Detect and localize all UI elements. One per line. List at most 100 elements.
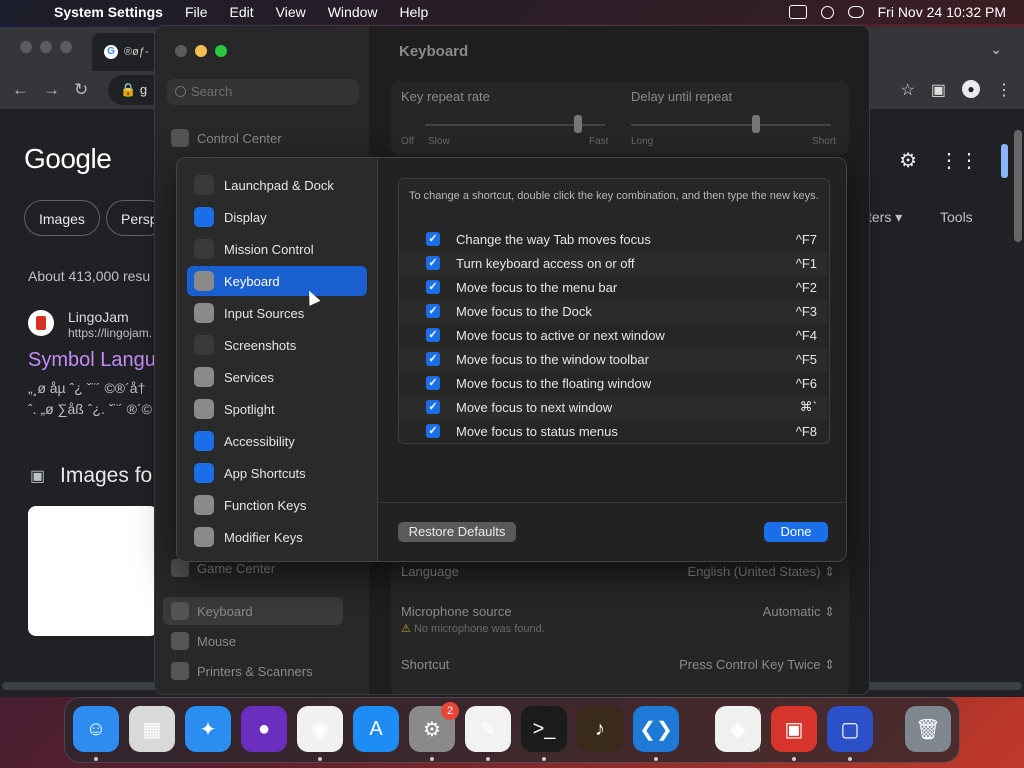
- bookmark-star-icon[interactable]: ☆: [901, 80, 915, 100]
- category-function-keys[interactable]: Function Keys: [187, 490, 367, 520]
- trash-icon[interactable]: 🗑: [905, 706, 951, 752]
- shortcut-key[interactable]: ^F1: [796, 256, 817, 271]
- profile-avatar-icon[interactable]: ●: [962, 80, 980, 98]
- shortcut-checkbox[interactable]: ✓: [426, 400, 440, 414]
- category-display[interactable]: Display: [187, 202, 367, 232]
- shortcut-key[interactable]: ^F2: [796, 280, 817, 295]
- reload-icon[interactable]: ↻: [74, 80, 88, 100]
- sidebar-item-mouse[interactable]: Mouse: [163, 627, 363, 655]
- shortcut-checkbox[interactable]: ✓: [426, 280, 440, 294]
- shortcut-key[interactable]: ⌘`: [800, 399, 817, 415]
- result-site-url[interactable]: https://lingojam.: [68, 326, 152, 340]
- shortcut-key[interactable]: ^F8: [796, 424, 817, 439]
- shortcut-row[interactable]: ✓ Move focus to the menu bar ^F2: [399, 275, 827, 299]
- shortcut-row[interactable]: ✓ Move focus to next window ⌘`: [399, 395, 827, 419]
- shortcut-checkbox[interactable]: ✓: [426, 424, 440, 438]
- category-modifier-keys[interactable]: Modifier Keys: [187, 522, 367, 552]
- category-spotlight[interactable]: Spotlight: [187, 394, 367, 424]
- close-button[interactable]: [175, 45, 187, 57]
- system-settings-icon[interactable]: ⚙ 2: [409, 702, 459, 752]
- zoom-button[interactable]: [215, 45, 227, 57]
- settings-search-input[interactable]: Search: [167, 79, 359, 105]
- menu-help[interactable]: Help: [400, 4, 429, 20]
- microphone-popup[interactable]: Automatic ⇕: [763, 604, 835, 620]
- remote-desktop-icon[interactable]: ▢: [827, 706, 873, 752]
- more-menu-icon[interactable]: ⋮: [996, 80, 1012, 100]
- control-center-icon[interactable]: [847, 6, 864, 18]
- textedit-icon[interactable]: ✎: [465, 706, 511, 752]
- images-heading[interactable]: Images fo: [60, 464, 152, 488]
- visual-studio-icon[interactable]: ◆: [715, 706, 761, 752]
- menu-window[interactable]: Window: [328, 4, 378, 20]
- shortcut-row[interactable]: ✓ Turn keyboard access on or off ^F1: [399, 251, 827, 275]
- apps-grid-icon[interactable]: ⋮⋮: [939, 148, 979, 173]
- terminal-icon[interactable]: >_: [521, 706, 567, 752]
- safari-icon[interactable]: ✦: [185, 706, 231, 752]
- forward-icon[interactable]: →: [43, 80, 60, 100]
- photo-booth-icon[interactable]: ▣: [771, 706, 817, 752]
- menu-view[interactable]: View: [276, 4, 306, 20]
- sidebar-item-keyboard[interactable]: Keyboard: [163, 597, 343, 625]
- shortcut-key[interactable]: ^F5: [796, 352, 817, 367]
- minimize-button[interactable]: [40, 41, 52, 53]
- chevron-down-icon[interactable]: ⌄: [990, 41, 1002, 58]
- category-services[interactable]: Services: [187, 362, 367, 392]
- vertical-scrollbar[interactable]: [1014, 130, 1022, 242]
- shortcut-checkbox[interactable]: ✓: [426, 376, 440, 390]
- shortcut-key[interactable]: ^F3: [796, 304, 817, 319]
- category-accessibility[interactable]: Accessibility: [187, 426, 367, 456]
- app-menu[interactable]: System Settings: [54, 4, 163, 20]
- category-app-shortcuts[interactable]: App Shortcuts: [187, 458, 367, 488]
- shortcut-checkbox[interactable]: ✓: [426, 256, 440, 270]
- shortcut-row[interactable]: ✓ Change the way Tab moves focus ^F7: [399, 227, 827, 251]
- menu-clock[interactable]: Fri Nov 24 10:32 PM: [878, 4, 1006, 20]
- shortcut-row[interactable]: ✓ Move focus to active or next window ^F4: [399, 323, 827, 347]
- screen-mirroring-icon[interactable]: [788, 5, 807, 19]
- close-button[interactable]: [20, 41, 32, 53]
- sidebar-item-control-center[interactable]: Control Center: [163, 124, 363, 152]
- shortcut-checkbox[interactable]: ✓: [426, 304, 440, 318]
- shortcut-popup[interactable]: Press Control Key Twice ⇕: [679, 657, 835, 673]
- spotlight-icon[interactable]: [820, 5, 834, 19]
- shortcut-row[interactable]: ✓ Move focus to status menus ^F8: [399, 419, 827, 443]
- menu-file[interactable]: File: [185, 4, 208, 20]
- app-store-icon[interactable]: A: [353, 706, 399, 752]
- category-input-sources[interactable]: Input Sources: [187, 298, 367, 328]
- shortcut-key[interactable]: ^F7: [796, 232, 817, 247]
- shortcut-row[interactable]: ✓ Move focus to the floating window ^F6: [399, 371, 827, 395]
- zoom-button[interactable]: [60, 41, 72, 53]
- settings-gear-icon[interactable]: ⚙: [899, 148, 917, 173]
- firefox-icon[interactable]: ●: [241, 706, 287, 752]
- side-panel-icon[interactable]: ▣: [931, 80, 946, 100]
- launchpad-icon[interactable]: ▦: [129, 706, 175, 752]
- image-result-thumbnail[interactable]: [28, 506, 158, 636]
- google-logo[interactable]: Google: [24, 143, 112, 175]
- delay-slider[interactable]: [631, 124, 831, 126]
- minimize-button[interactable]: [195, 45, 207, 57]
- menu-edit[interactable]: Edit: [230, 4, 254, 20]
- back-icon[interactable]: ←: [12, 80, 29, 100]
- category-screenshots[interactable]: Screenshots: [187, 330, 367, 360]
- tools-button[interactable]: Tools: [940, 209, 973, 225]
- shortcut-checkbox[interactable]: ✓: [426, 232, 440, 246]
- result-title-link[interactable]: Symbol Langu: [28, 349, 156, 372]
- shortcut-key[interactable]: ^F4: [796, 328, 817, 343]
- done-button[interactable]: Done: [764, 522, 828, 542]
- shortcut-key[interactable]: ^F6: [796, 376, 817, 391]
- vscode-icon[interactable]: ❮❯: [633, 706, 679, 752]
- chrome-icon[interactable]: ◉: [297, 706, 343, 752]
- language-popup[interactable]: English (United States) ⇕: [688, 564, 835, 580]
- category-keyboard[interactable]: Keyboard: [187, 266, 367, 296]
- key-repeat-knob[interactable]: [574, 115, 582, 133]
- delay-knob[interactable]: [752, 115, 760, 133]
- shortcut-row[interactable]: ✓ Move focus to the Dock ^F3: [399, 299, 827, 323]
- finder-icon[interactable]: ☺: [73, 706, 119, 752]
- category-launchpad-dock[interactable]: Launchpad & Dock: [187, 170, 367, 200]
- restore-defaults-button[interactable]: Restore Defaults: [398, 522, 516, 542]
- category-mission-control[interactable]: Mission Control: [187, 234, 367, 264]
- shortcut-checkbox[interactable]: ✓: [426, 352, 440, 366]
- shortcut-row[interactable]: ✓ Move focus to the window toolbar ^F5: [399, 347, 827, 371]
- all-filters-button[interactable]: ters ▾: [868, 209, 902, 226]
- chip-images[interactable]: Images: [24, 200, 100, 236]
- sidebar-item-printers[interactable]: Printers & Scanners: [163, 657, 363, 685]
